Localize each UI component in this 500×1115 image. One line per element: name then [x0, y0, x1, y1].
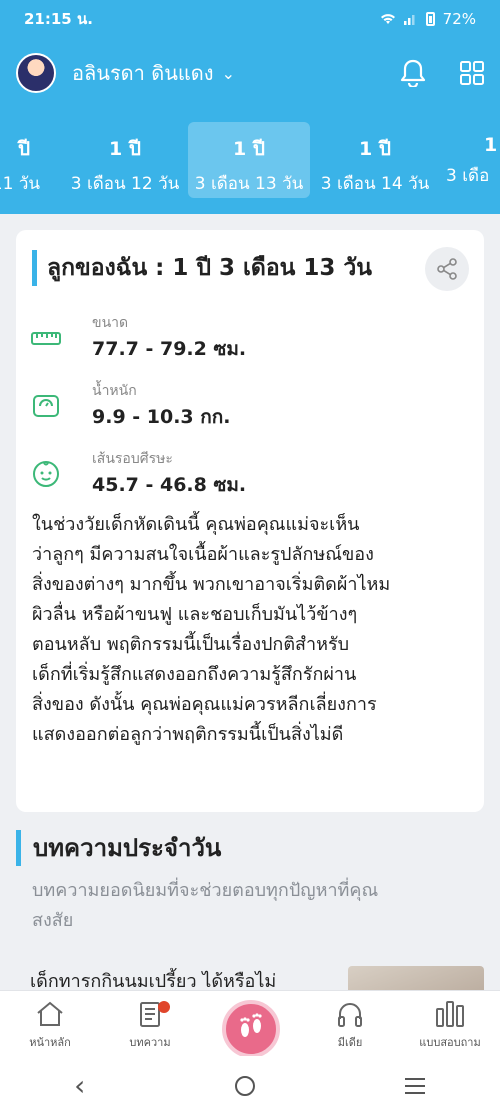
wifi-icon — [380, 14, 395, 24]
section-title: บทความประจำวัน — [16, 830, 484, 866]
age-tab-prev1[interactable]: 1 ปี 3 เดือน 12 วัน — [64, 122, 186, 198]
age-tab-next2[interactable]: 1 3 เดือ — [440, 122, 500, 198]
age-tabs: ปี 1 11 วัน 1 ปี 3 เดือน 12 วัน 1 ปี 3 เ… — [0, 108, 500, 214]
section-subtitle: บทความยอดนิยมที่จะช่วยตอบทุกปัญหาที่คุณ … — [32, 880, 379, 931]
age-tab-selected[interactable]: 1 ปี 3 เดือน 13 วัน — [188, 122, 310, 198]
status-time: 21:15 น. — [24, 10, 93, 28]
nav-articles[interactable]: บทความ — [100, 999, 200, 1051]
metric-weight: น้ำหนัก 9.9 - 10.3 กก. — [30, 380, 430, 436]
card-title: ลูกของฉัน : 1 ปี 3 เดือน 13 วัน — [32, 250, 372, 286]
baby-info-card: ลูกของฉัน : 1 ปี 3 เดือน 13 วัน ขนาด 77.… — [16, 230, 484, 812]
share-button[interactable] — [425, 247, 469, 291]
home-icon — [37, 1001, 63, 1026]
development-description: ในช่วงวัยเด็กหัดเดินนี้ คุณพ่อคุณแม่จะเห… — [32, 514, 391, 745]
system-nav-bar: ‹ — [0, 1056, 500, 1115]
battery-level: 72% — [442, 10, 476, 28]
battery-icon — [425, 12, 435, 26]
status-bar: 21:15 น. 72% — [0, 0, 500, 38]
back-icon[interactable]: ‹ — [74, 1069, 85, 1102]
footprint-icon — [240, 1013, 262, 1037]
article-title: เด็กทารกกินนมเปรี้ยว ได้หรือไม่ — [30, 971, 277, 990]
article-thumbnail — [348, 966, 484, 990]
scale-icon — [30, 390, 62, 422]
age-tab-prev2[interactable]: ปี 1 11 วัน — [0, 122, 44, 198]
nav-media[interactable]: มีเดีย — [300, 999, 400, 1051]
avatar[interactable] — [16, 53, 56, 93]
age-tab-next1[interactable]: 1 ปี 3 เดือน 14 วัน — [314, 122, 436, 198]
metric-head-circumference: เส้นรอบศีรษะ 45.7 - 46.8 ซม. — [30, 448, 430, 504]
notification-dot — [158, 1001, 170, 1013]
daily-articles-section: บทความประจำวัน บทความยอดนิยมที่จะช่วยตอบ… — [16, 830, 484, 936]
home-circle-icon[interactable] — [234, 1075, 256, 1097]
article-item[interactable]: เด็กทารกกินนมเปรี้ยว ได้หรือไม่ — [0, 960, 500, 990]
footprint-button[interactable] — [222, 1000, 280, 1058]
bell-icon[interactable] — [400, 59, 426, 87]
nav-survey[interactable]: แบบสอบถาม — [400, 999, 500, 1051]
metric-length: ขนาด 77.7 - 79.2 ซม. — [30, 312, 430, 368]
recent-apps-icon[interactable] — [404, 1077, 426, 1095]
status-icons: 72% — [380, 10, 476, 28]
grid-menu-icon[interactable] — [460, 61, 484, 85]
nav-home[interactable]: หน้าหลัก — [0, 999, 100, 1051]
headphones-icon — [338, 1003, 362, 1027]
share-icon — [437, 258, 457, 280]
signal-icon — [403, 15, 415, 25]
user-name[interactable]: อลินรดา ดินแดง — [72, 57, 214, 89]
ruler-icon — [30, 322, 62, 354]
baby-face-icon — [30, 458, 62, 490]
app-header: อลินรดา ดินแดง ⌄ — [0, 38, 500, 108]
bar-chart-icon — [436, 1001, 464, 1027]
chevron-down-icon[interactable]: ⌄ — [222, 64, 235, 83]
